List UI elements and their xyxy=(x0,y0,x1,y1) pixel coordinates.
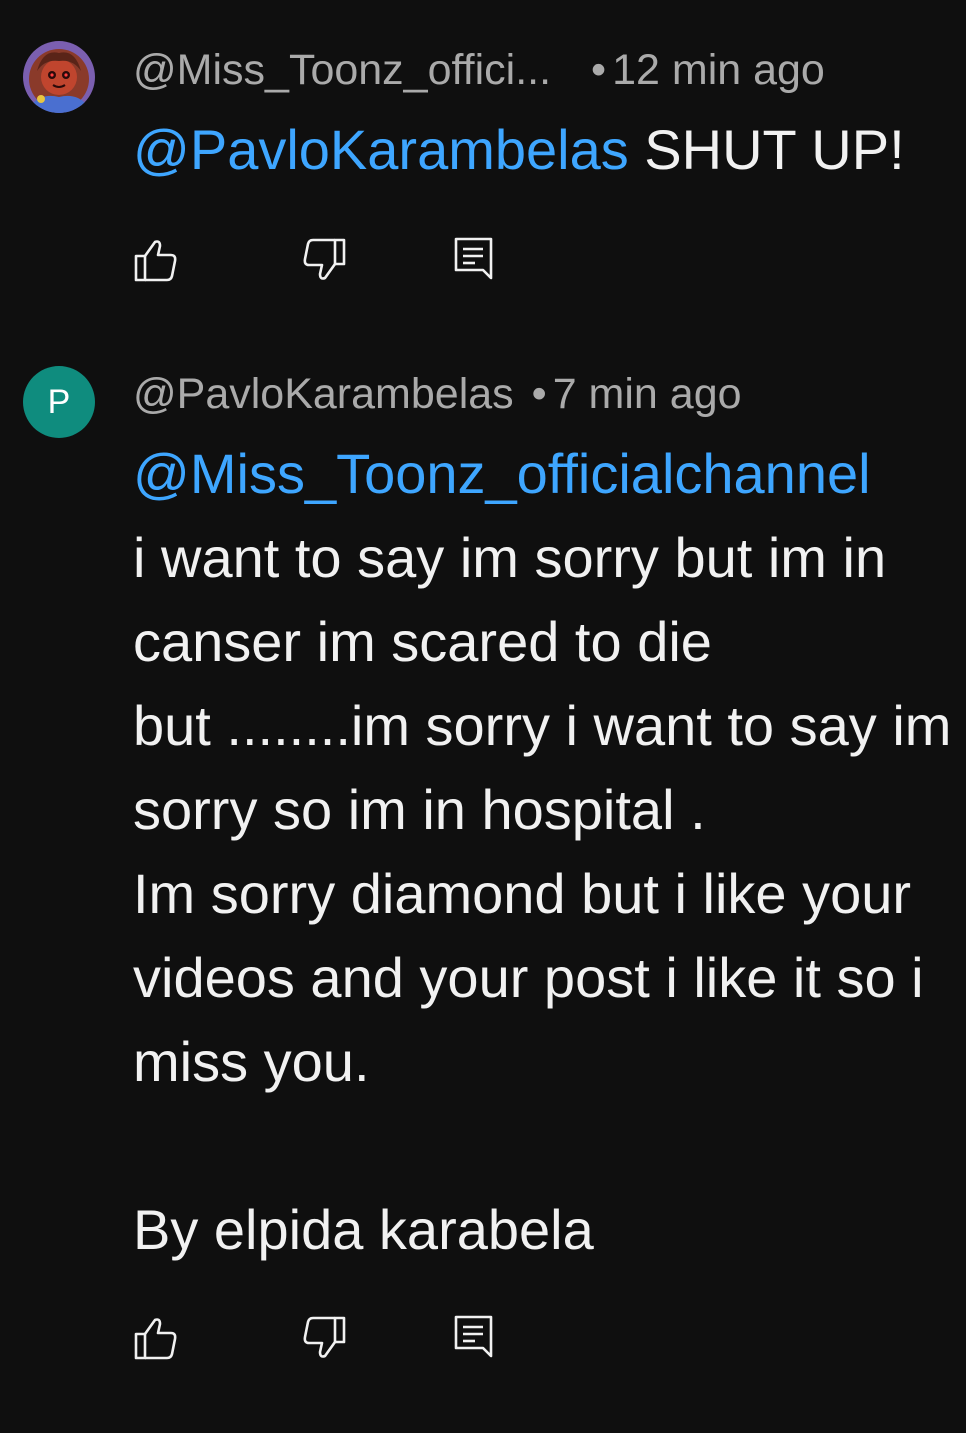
mention-link[interactable]: @PavloKarambelas xyxy=(133,118,629,181)
comment-text: @PavloKarambelas SHUT UP! xyxy=(133,108,963,192)
dislike-button[interactable] xyxy=(301,236,347,284)
reply-comment-icon xyxy=(454,237,493,280)
avatar[interactable] xyxy=(23,41,95,113)
comment-body: SHUT UP! xyxy=(628,118,905,181)
meta-separator: • xyxy=(591,46,607,94)
comment-time: 12 min ago xyxy=(612,46,825,94)
reply-comment-icon xyxy=(454,1315,493,1358)
thumb-up-icon xyxy=(134,240,177,282)
comment-author[interactable]: @Miss_Toonz_offici... xyxy=(133,46,551,94)
thumb-down-icon xyxy=(303,1316,346,1358)
comment-actions xyxy=(133,236,533,284)
dislike-button[interactable] xyxy=(301,1314,347,1362)
comment-author[interactable]: @PavloKarambelas xyxy=(133,370,514,418)
comment-meta: @PavloKarambelas • 7 min ago xyxy=(133,366,742,422)
reply-button[interactable] xyxy=(451,236,497,284)
like-button[interactable] xyxy=(133,236,179,284)
illustrated-avatar-icon xyxy=(23,41,95,113)
meta-separator: • xyxy=(531,370,547,418)
comment-meta: @Miss_Toonz_offici... • 12 min ago xyxy=(133,42,825,98)
comment-time: 7 min ago xyxy=(552,370,742,418)
mention-link[interactable]: @Miss_Toonz_officialchannel xyxy=(133,442,871,505)
comment-body: i want to say im sorry but im in canser … xyxy=(133,526,952,1261)
avatar[interactable]: P xyxy=(23,366,95,438)
like-button[interactable] xyxy=(133,1314,179,1362)
reply-button[interactable] xyxy=(451,1314,497,1362)
comment-text: @Miss_Toonz_officialchannel i want to sa… xyxy=(133,432,963,1272)
avatar-letter: P xyxy=(47,383,71,421)
comment-actions xyxy=(133,1314,533,1362)
thumb-up-icon xyxy=(134,1318,177,1360)
thumb-down-icon xyxy=(303,238,346,280)
